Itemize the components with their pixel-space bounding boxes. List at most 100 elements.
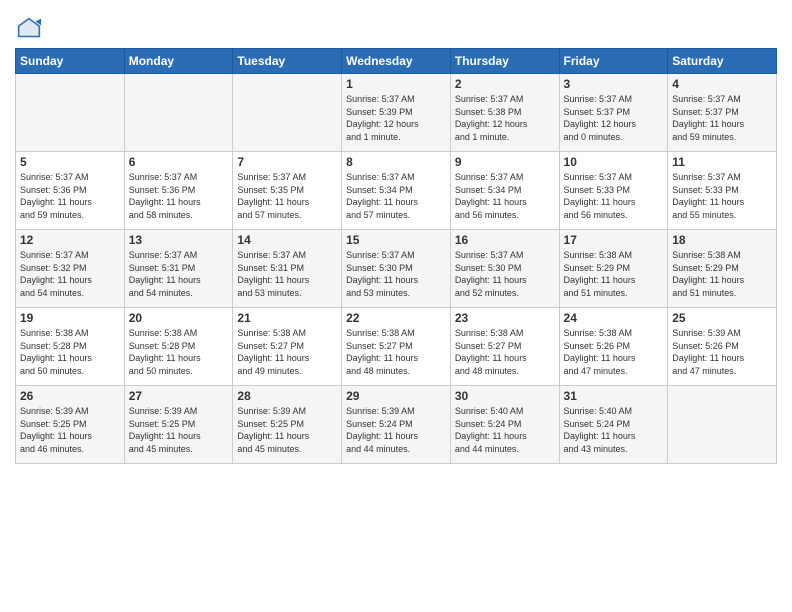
day-info: Sunrise: 5:37 AM Sunset: 5:31 PM Dayligh… (129, 249, 229, 299)
day-info: Sunrise: 5:37 AM Sunset: 5:36 PM Dayligh… (129, 171, 229, 221)
calendar-cell: 30 Sunrise: 5:40 AM Sunset: 5:24 PM Dayli… (450, 386, 559, 464)
calendar-cell: 14 Sunrise: 5:37 AM Sunset: 5:31 PM Dayli… (233, 230, 342, 308)
day-info: Sunrise: 5:37 AM Sunset: 5:39 PM Dayligh… (346, 93, 446, 143)
day-number: 18 (672, 233, 772, 247)
calendar-week-row: 12Sunrise: 5:37 AM Sunset: 5:32 PM Dayli… (16, 230, 777, 308)
calendar-cell: 5 Sunrise: 5:37 AM Sunset: 5:36 PM Daylig… (16, 152, 125, 230)
day-info: Sunrise: 5:38 AM Sunset: 5:27 PM Dayligh… (455, 327, 555, 377)
calendar-week-row: 26 Sunrise: 5:39 AM Sunset: 5:25 PM Dayli… (16, 386, 777, 464)
day-number: 26 (20, 389, 120, 403)
calendar-week-row: 19 Sunrise: 5:38 AM Sunset: 5:28 PM Dayli… (16, 308, 777, 386)
day-number: 16 (455, 233, 555, 247)
day-info: Sunrise: 5:37 AM Sunset: 5:36 PM Dayligh… (20, 171, 120, 221)
calendar-cell (668, 386, 777, 464)
day-number: 27 (129, 389, 229, 403)
day-number: 5 (20, 155, 120, 169)
day-info: Sunrise: 5:37 AM Sunset: 5:37 PM Dayligh… (672, 93, 772, 143)
day-number: 20 (129, 311, 229, 325)
day-info: Sunrise: 5:39 AM Sunset: 5:26 PM Dayligh… (672, 327, 772, 377)
day-info: Sunrise: 5:38 AM Sunset: 5:26 PM Dayligh… (564, 327, 664, 377)
calendar-cell: 24Sunrise: 5:38 AM Sunset: 5:26 PM Dayli… (559, 308, 668, 386)
day-number: 4 (672, 77, 772, 91)
day-number: 17 (564, 233, 664, 247)
day-info: Sunrise: 5:38 AM Sunset: 5:27 PM Dayligh… (237, 327, 337, 377)
day-info: Sunrise: 5:39 AM Sunset: 5:25 PM Dayligh… (20, 405, 120, 455)
page-container: SundayMondayTuesdayWednesdayThursdayFrid… (0, 0, 792, 474)
day-info: Sunrise: 5:39 AM Sunset: 5:25 PM Dayligh… (129, 405, 229, 455)
weekday-header-cell: Sunday (16, 49, 125, 74)
calendar-cell: 26 Sunrise: 5:39 AM Sunset: 5:25 PM Dayli… (16, 386, 125, 464)
weekday-header-row: SundayMondayTuesdayWednesdayThursdayFrid… (16, 49, 777, 74)
day-number: 21 (237, 311, 337, 325)
calendar-cell (124, 74, 233, 152)
day-number: 25 (672, 311, 772, 325)
calendar-table: SundayMondayTuesdayWednesdayThursdayFrid… (15, 48, 777, 464)
day-number: 23 (455, 311, 555, 325)
day-number: 15 (346, 233, 446, 247)
day-info: Sunrise: 5:39 AM Sunset: 5:24 PM Dayligh… (346, 405, 446, 455)
calendar-cell: 18 Sunrise: 5:38 AM Sunset: 5:29 PM Dayli… (668, 230, 777, 308)
day-info: Sunrise: 5:39 AM Sunset: 5:25 PM Dayligh… (237, 405, 337, 455)
day-number: 8 (346, 155, 446, 169)
calendar-cell: 28 Sunrise: 5:39 AM Sunset: 5:25 PM Dayli… (233, 386, 342, 464)
day-info: Sunrise: 5:37 AM Sunset: 5:31 PM Dayligh… (237, 249, 337, 299)
day-number: 22 (346, 311, 446, 325)
calendar-cell: 19 Sunrise: 5:38 AM Sunset: 5:28 PM Dayli… (16, 308, 125, 386)
calendar-cell: 12Sunrise: 5:37 AM Sunset: 5:32 PM Dayli… (16, 230, 125, 308)
day-info: Sunrise: 5:38 AM Sunset: 5:27 PM Dayligh… (346, 327, 446, 377)
day-number: 11 (672, 155, 772, 169)
calendar-cell: 17 Sunrise: 5:38 AM Sunset: 5:29 PM Dayli… (559, 230, 668, 308)
header (15, 10, 777, 42)
logo-icon (15, 14, 43, 42)
day-number: 29 (346, 389, 446, 403)
calendar-week-row: 1 Sunrise: 5:37 AM Sunset: 5:39 PM Daylig… (16, 74, 777, 152)
calendar-cell: 27 Sunrise: 5:39 AM Sunset: 5:25 PM Dayli… (124, 386, 233, 464)
day-number: 9 (455, 155, 555, 169)
day-info: Sunrise: 5:38 AM Sunset: 5:29 PM Dayligh… (672, 249, 772, 299)
calendar-cell: 3 Sunrise: 5:37 AM Sunset: 5:37 PM Daylig… (559, 74, 668, 152)
day-number: 19 (20, 311, 120, 325)
day-info: Sunrise: 5:37 AM Sunset: 5:30 PM Dayligh… (455, 249, 555, 299)
day-info: Sunrise: 5:38 AM Sunset: 5:29 PM Dayligh… (564, 249, 664, 299)
calendar-cell: 31Sunrise: 5:40 AM Sunset: 5:24 PM Dayli… (559, 386, 668, 464)
calendar-cell (16, 74, 125, 152)
weekday-header-cell: Wednesday (342, 49, 451, 74)
calendar-cell: 4 Sunrise: 5:37 AM Sunset: 5:37 PM Daylig… (668, 74, 777, 152)
weekday-header-cell: Saturday (668, 49, 777, 74)
calendar-cell: 7Sunrise: 5:37 AM Sunset: 5:35 PM Daylig… (233, 152, 342, 230)
calendar-cell: 23 Sunrise: 5:38 AM Sunset: 5:27 PM Dayli… (450, 308, 559, 386)
logo (15, 14, 47, 42)
calendar-cell: 22 Sunrise: 5:38 AM Sunset: 5:27 PM Dayli… (342, 308, 451, 386)
calendar-body: 1 Sunrise: 5:37 AM Sunset: 5:39 PM Daylig… (16, 74, 777, 464)
day-number: 6 (129, 155, 229, 169)
calendar-cell: 15 Sunrise: 5:37 AM Sunset: 5:30 PM Dayli… (342, 230, 451, 308)
calendar-cell: 25 Sunrise: 5:39 AM Sunset: 5:26 PM Dayli… (668, 308, 777, 386)
weekday-header-cell: Friday (559, 49, 668, 74)
day-number: 10 (564, 155, 664, 169)
calendar-week-row: 5 Sunrise: 5:37 AM Sunset: 5:36 PM Daylig… (16, 152, 777, 230)
calendar-cell: 20Sunrise: 5:38 AM Sunset: 5:28 PM Dayli… (124, 308, 233, 386)
day-number: 30 (455, 389, 555, 403)
day-info: Sunrise: 5:37 AM Sunset: 5:34 PM Dayligh… (455, 171, 555, 221)
day-number: 1 (346, 77, 446, 91)
day-number: 3 (564, 77, 664, 91)
day-info: Sunrise: 5:40 AM Sunset: 5:24 PM Dayligh… (564, 405, 664, 455)
day-info: Sunrise: 5:37 AM Sunset: 5:30 PM Dayligh… (346, 249, 446, 299)
day-info: Sunrise: 5:37 AM Sunset: 5:35 PM Dayligh… (237, 171, 337, 221)
calendar-cell (233, 74, 342, 152)
calendar-cell: 21 Sunrise: 5:38 AM Sunset: 5:27 PM Dayli… (233, 308, 342, 386)
day-number: 12 (20, 233, 120, 247)
day-info: Sunrise: 5:38 AM Sunset: 5:28 PM Dayligh… (20, 327, 120, 377)
day-info: Sunrise: 5:37 AM Sunset: 5:38 PM Dayligh… (455, 93, 555, 143)
day-info: Sunrise: 5:40 AM Sunset: 5:24 PM Dayligh… (455, 405, 555, 455)
weekday-header-cell: Tuesday (233, 49, 342, 74)
day-info: Sunrise: 5:37 AM Sunset: 5:34 PM Dayligh… (346, 171, 446, 221)
day-info: Sunrise: 5:37 AM Sunset: 5:37 PM Dayligh… (564, 93, 664, 143)
calendar-cell: 6 Sunrise: 5:37 AM Sunset: 5:36 PM Daylig… (124, 152, 233, 230)
calendar-cell: 29 Sunrise: 5:39 AM Sunset: 5:24 PM Dayli… (342, 386, 451, 464)
calendar-cell: 2Sunrise: 5:37 AM Sunset: 5:38 PM Daylig… (450, 74, 559, 152)
weekday-header-cell: Thursday (450, 49, 559, 74)
day-number: 14 (237, 233, 337, 247)
weekday-header-cell: Monday (124, 49, 233, 74)
day-number: 28 (237, 389, 337, 403)
